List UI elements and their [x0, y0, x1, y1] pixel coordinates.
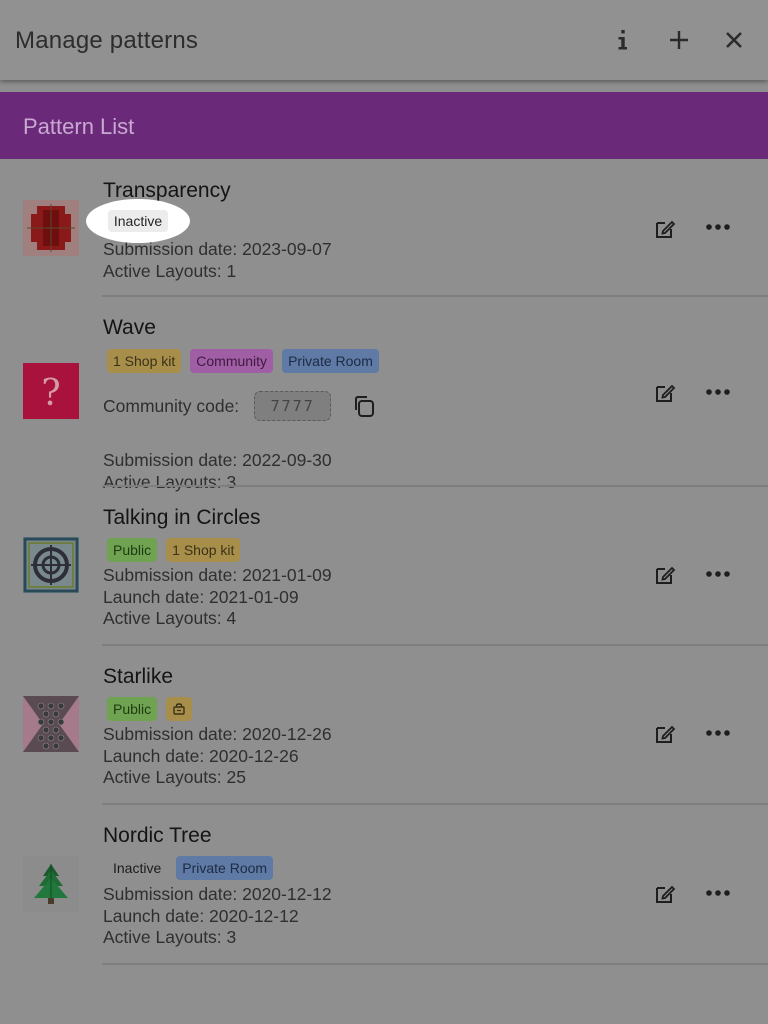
- list-item[interactable]: Nordic Tree Inactive Private Room Submis…: [0, 805, 768, 965]
- copy-icon[interactable]: [351, 393, 377, 419]
- list-item[interactable]: ? Wave 1 Shop kit Community Private Room…: [0, 297, 768, 492]
- active-layouts: Active Layouts: 4: [103, 608, 237, 628]
- divider: [102, 963, 768, 965]
- more-options-icon[interactable]: [705, 387, 731, 397]
- edit-icon[interactable]: [653, 882, 677, 906]
- circles-thumbnail: [23, 537, 79, 593]
- lock-icon: [173, 703, 185, 715]
- close-icon[interactable]: [718, 24, 750, 56]
- active-layouts: Active Layouts: 25: [103, 767, 246, 787]
- top-app-bar: Manage patterns: [0, 0, 768, 80]
- badge-group: Inactive Private Room: [107, 856, 274, 880]
- launch-date: Launch date: 2020-12-26: [103, 746, 299, 766]
- public-badge: Public: [107, 697, 158, 721]
- badge-group: Public 1 Shop kit: [107, 538, 241, 562]
- pattern-name: Starlike: [103, 665, 174, 688]
- badge-group: Public: [107, 697, 193, 721]
- submission-date: Submission date: 2022-09-30: [103, 450, 332, 470]
- active-layouts: Active Layouts: 1: [103, 261, 237, 281]
- edit-icon[interactable]: [653, 563, 677, 587]
- community-badge: Community: [190, 349, 274, 373]
- community-code-value: 7777: [254, 391, 332, 421]
- submission-date: Submission date: 2020-12-26: [103, 724, 332, 744]
- shop-kit-badge: 1 Shop kit: [166, 538, 241, 562]
- pattern-name: Wave: [103, 316, 156, 339]
- more-options-icon[interactable]: [705, 888, 731, 898]
- transparency-thumbnail: [23, 200, 79, 256]
- launch-date: Launch date: 2021-01-09: [103, 587, 299, 607]
- more-options-icon[interactable]: [705, 222, 731, 232]
- community-code-row: Community code: 7777: [103, 391, 377, 421]
- inactive-badge: Inactive: [107, 856, 168, 880]
- pattern-list-header: Pattern List: [0, 92, 768, 159]
- list-item[interactable]: Starlike Public Submission date: 2020-12…: [0, 646, 768, 805]
- section-title: Pattern List: [23, 114, 135, 139]
- public-badge: Public: [107, 538, 158, 562]
- launch-date: Launch date: 2020-12-12: [103, 906, 299, 926]
- svg-text:?: ?: [41, 373, 60, 414]
- tree-thumbnail: [23, 856, 79, 912]
- page-title: Manage patterns: [15, 27, 199, 54]
- pattern-name: Talking in Circles: [103, 506, 261, 529]
- question-mark-thumbnail: ?: [23, 363, 79, 419]
- highlighted-inactive-badge[interactable]: Inactive: [86, 199, 190, 243]
- badge-group: 1 Shop kit Community Private Room: [107, 349, 379, 373]
- info-icon[interactable]: [607, 24, 639, 56]
- shop-kit-badge: 1 Shop kit: [107, 349, 182, 373]
- edit-icon[interactable]: [653, 381, 677, 405]
- more-options-icon[interactable]: [705, 569, 731, 579]
- starlike-thumbnail: [23, 696, 79, 752]
- more-options-icon[interactable]: [705, 728, 731, 738]
- submission-date: Submission date: 2020-12-12: [103, 884, 332, 904]
- private-room-badge: Private Room: [176, 856, 274, 880]
- plus-icon[interactable]: [663, 24, 695, 56]
- active-layouts: Active Layouts: 3: [103, 927, 237, 947]
- lock-badge: [166, 697, 193, 721]
- edit-icon[interactable]: [653, 722, 677, 746]
- list-item[interactable]: Talking in Circles Public 1 Shop kit Sub…: [0, 487, 768, 646]
- pattern-name: Nordic Tree: [103, 824, 212, 847]
- community-code-label: Community code:: [103, 395, 240, 416]
- edit-icon[interactable]: [653, 217, 677, 241]
- inactive-badge: Inactive: [107, 210, 169, 232]
- private-room-badge: Private Room: [282, 349, 379, 373]
- submission-date: Submission date: 2021-01-09: [103, 565, 332, 585]
